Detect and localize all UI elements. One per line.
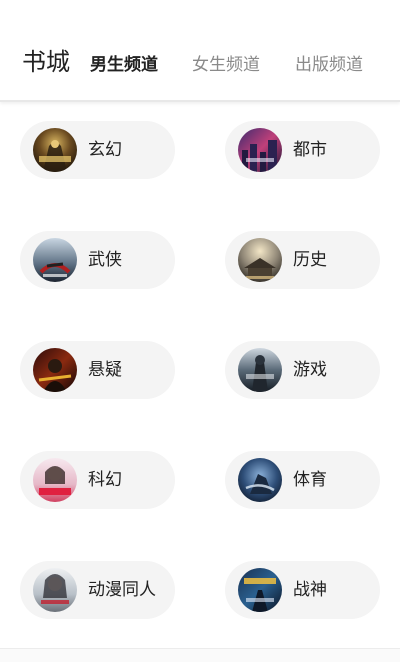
martial-arts-cover-icon <box>33 238 77 282</box>
category-label: 游戏 <box>293 360 327 380</box>
category-label: 科幻 <box>88 470 122 490</box>
category-grid: 玄幻 都市 武侠 历史 悬疑 游戏 科幻 体育 动漫同人 战神 <box>0 0 400 661</box>
war-god-cover-icon <box>238 568 282 612</box>
category-item-fantasy[interactable]: 玄幻 <box>20 121 175 179</box>
fantasy-cover-icon <box>33 128 77 172</box>
category-item-martial-arts[interactable]: 武侠 <box>20 231 175 289</box>
category-item-urban[interactable]: 都市 <box>225 121 380 179</box>
category-label: 悬疑 <box>88 360 122 380</box>
bottom-divider <box>0 648 400 662</box>
category-label: 玄幻 <box>88 140 122 160</box>
category-label: 都市 <box>293 140 327 160</box>
history-cover-icon <box>238 238 282 282</box>
category-label: 动漫同人 <box>88 580 156 600</box>
sports-cover-icon <box>238 458 282 502</box>
scifi-cover-icon <box>33 458 77 502</box>
category-item-anime[interactable]: 动漫同人 <box>20 561 175 619</box>
category-item-history[interactable]: 历史 <box>225 231 380 289</box>
category-item-scifi[interactable]: 科幻 <box>20 451 175 509</box>
category-label: 武侠 <box>88 250 122 270</box>
category-item-suspense[interactable]: 悬疑 <box>20 341 175 399</box>
anime-cover-icon <box>33 568 77 612</box>
category-label: 历史 <box>293 250 327 270</box>
urban-cover-icon <box>238 128 282 172</box>
category-item-sports[interactable]: 体育 <box>225 451 380 509</box>
category-item-game[interactable]: 游戏 <box>225 341 380 399</box>
suspense-cover-icon <box>33 348 77 392</box>
game-cover-icon <box>238 348 282 392</box>
category-label: 体育 <box>293 470 327 490</box>
category-item-war-god[interactable]: 战神 <box>225 561 380 619</box>
category-label: 战神 <box>293 580 327 600</box>
